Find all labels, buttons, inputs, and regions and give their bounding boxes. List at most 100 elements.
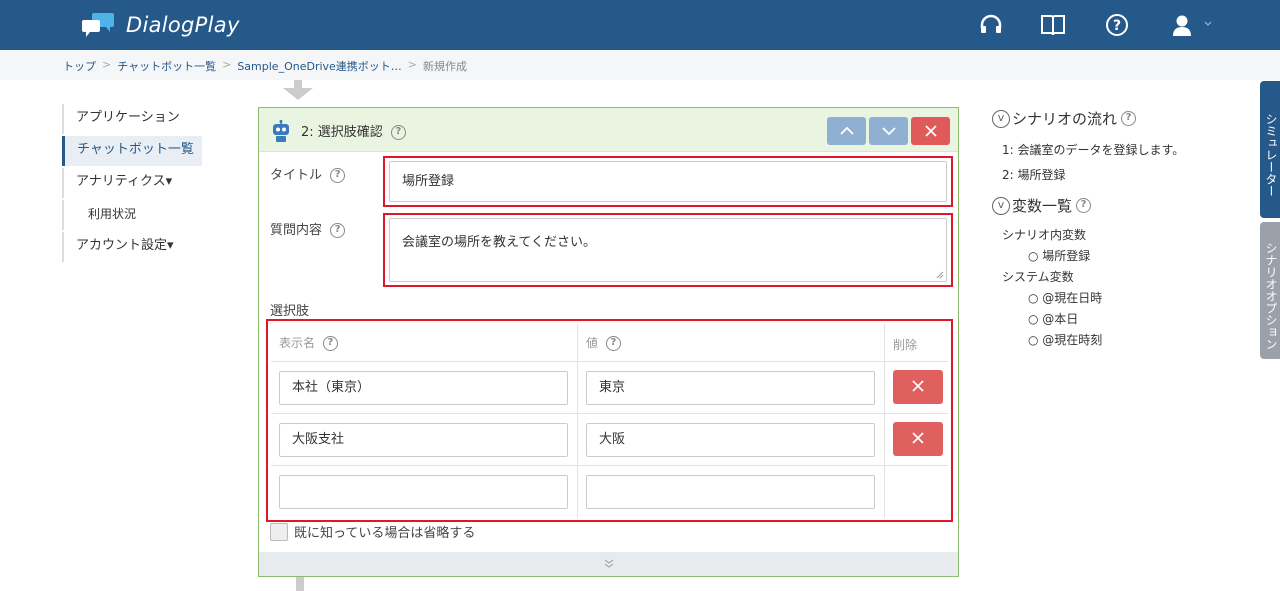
chevron-up-icon xyxy=(839,126,854,135)
choice-value-input[interactable] xyxy=(586,475,875,509)
scenario-var-text: 場所登録 xyxy=(1042,249,1091,263)
help-icon[interactable]: ? xyxy=(1121,111,1137,126)
flow-item[interactable]: 1: 会議室のデータを登録します。 xyxy=(1002,141,1242,158)
breadcrumb: トップ > チャットボット一覧 > Sample_OneDrive連携ボット… … xyxy=(63,58,467,74)
question-text: 会議室の場所を教えてください。 xyxy=(402,235,596,250)
expand-panel-button[interactable] xyxy=(259,552,958,576)
system-vars-title: システム変数 xyxy=(1002,270,1074,284)
delete-row-button[interactable] xyxy=(893,422,943,456)
question-label: 質問内容 ? xyxy=(270,219,346,238)
sidebar-item-chatbots[interactable]: チャットボット一覧 xyxy=(62,136,202,166)
resize-handle-icon[interactable] xyxy=(936,271,944,279)
choice-value-input[interactable]: 東京 xyxy=(586,371,875,405)
table-divider xyxy=(271,465,948,466)
right-sidebar: v シナリオの流れ ? 1: 会議室のデータを登録します。 2: 場所登録 v … xyxy=(992,108,1242,348)
system-var-item: ○ @現在時刻 xyxy=(1028,333,1103,347)
double-chevron-down-icon xyxy=(604,559,613,568)
chevron-down-icon: v xyxy=(992,196,1010,215)
help-icon[interactable]: ? xyxy=(322,336,338,351)
sidebar-item-account-settings[interactable]: アカウント設定▾ xyxy=(62,232,202,262)
breadcrumb-separator: > xyxy=(222,58,232,71)
sidebar-item-applications[interactable]: アプリケーション xyxy=(62,104,202,134)
headset-icon[interactable] xyxy=(978,12,1004,38)
column-header-value-text: 値 xyxy=(586,336,599,350)
delete-row-button[interactable] xyxy=(893,370,943,404)
system-var-text: @本日 xyxy=(1042,312,1079,326)
simulator-tab[interactable]: シミュレーター xyxy=(1260,81,1280,218)
flow-item-text: 2: 場所登録 xyxy=(1002,168,1066,182)
table-divider xyxy=(271,413,948,414)
flow-arrow xyxy=(283,88,313,100)
sidebar-item-usage[interactable]: 利用状況 xyxy=(62,200,202,230)
system-var-text: @現在時刻 xyxy=(1042,333,1103,347)
close-icon xyxy=(924,125,937,137)
help-icon[interactable]: ? xyxy=(390,125,406,140)
move-down-button[interactable] xyxy=(869,117,908,145)
step-title: 2: 選択肢確認 xyxy=(301,125,383,140)
choice-display-input[interactable]: 大阪支社 xyxy=(279,423,568,457)
step-editor-panel: 2: 選択肢確認 ? タイトル ? 場所登録 質問内容 ? 会議室の場所を教えて… xyxy=(258,107,959,577)
column-header-display-text: 表示名 xyxy=(279,336,316,350)
breadcrumb-bar: トップ > チャットボット一覧 > Sample_OneDrive連携ボット… … xyxy=(0,50,1280,80)
top-navbar: DialogPlay ? xyxy=(0,0,1280,50)
breadcrumb-top[interactable]: トップ xyxy=(63,58,96,74)
svg-text:?: ? xyxy=(1113,18,1121,34)
column-header-display: 表示名 ? xyxy=(279,334,338,351)
app-logo[interactable]: DialogPlay xyxy=(82,10,240,40)
panel-title: 2: 選択肢確認 ? xyxy=(301,121,406,140)
title-input[interactable]: 場所登録 xyxy=(389,161,947,202)
app-name: DialogPlay xyxy=(126,13,240,37)
scenario-flow-title: シナリオの流れ xyxy=(1012,110,1118,128)
user-menu[interactable] xyxy=(1170,12,1216,38)
choices-label: 選択肢 xyxy=(270,304,310,319)
chevron-down-icon xyxy=(881,127,896,136)
panel-header: 2: 選択肢確認 ? xyxy=(259,108,958,152)
choice-display-input[interactable]: 本社（東京） xyxy=(279,371,568,405)
breadcrumb-chatbot-list[interactable]: チャットボット一覧 xyxy=(117,58,216,74)
breadcrumb-bot[interactable]: Sample_OneDrive連携ボット… xyxy=(237,58,401,74)
skip-if-known-checkbox[interactable] xyxy=(270,523,288,541)
help-icon[interactable]: ? xyxy=(1104,12,1130,38)
robot-icon xyxy=(273,120,289,142)
system-var-text: @現在日時 xyxy=(1042,291,1103,305)
help-icon[interactable]: ? xyxy=(330,168,346,183)
flow-item[interactable]: 2: 場所登録 xyxy=(1002,166,1242,183)
system-var-item: ○ @本日 xyxy=(1028,312,1079,326)
help-icon[interactable]: ? xyxy=(605,336,621,351)
delete-step-button[interactable] xyxy=(911,117,950,145)
title-label: タイトル ? xyxy=(270,164,346,183)
move-up-button[interactable] xyxy=(827,117,866,145)
flow-item-text: 1: 会議室のデータを登録します。 xyxy=(1002,143,1185,157)
chevron-down-icon: v xyxy=(992,109,1010,128)
breadcrumb-separator: > xyxy=(407,58,418,71)
column-header-delete: 削除 xyxy=(893,338,918,352)
choice-display-input[interactable] xyxy=(279,475,568,509)
variables-header[interactable]: v 変数一覧 ? xyxy=(992,195,1242,216)
close-icon xyxy=(912,380,924,392)
scenario-var-item: ○ 場所登録 xyxy=(1028,249,1091,263)
scenario-options-tab[interactable]: シナリオオプション xyxy=(1260,222,1280,359)
table-divider xyxy=(577,324,578,518)
chevron-down-icon xyxy=(1204,21,1212,26)
choice-value-input[interactable]: 大阪 xyxy=(586,423,875,457)
variables-title: 変数一覧 xyxy=(1012,197,1073,215)
close-icon xyxy=(912,432,924,444)
scenario-vars-title: シナリオ内変数 xyxy=(1002,228,1087,242)
chat-bubbles-icon xyxy=(82,13,114,37)
table-divider xyxy=(884,324,885,518)
user-icon xyxy=(1173,15,1191,36)
flow-connector xyxy=(296,577,304,591)
help-icon[interactable]: ? xyxy=(1076,198,1092,213)
sidebar: アプリケーション チャットボット一覧 アナリティクス▾ 利用状況 アカウント設定… xyxy=(62,104,202,264)
question-label-text: 質問内容 xyxy=(270,223,323,238)
table-divider xyxy=(271,361,948,362)
help-icon[interactable]: ? xyxy=(330,223,346,238)
question-textarea[interactable]: 会議室の場所を教えてください。 xyxy=(389,218,947,282)
sidebar-item-analytics[interactable]: アナリティクス▾ xyxy=(62,168,202,198)
book-icon[interactable] xyxy=(1040,12,1066,38)
scenario-flow-header[interactable]: v シナリオの流れ ? xyxy=(992,108,1242,129)
breadcrumb-separator: > xyxy=(102,58,112,71)
column-header-value: 値 ? xyxy=(586,334,621,351)
breadcrumb-current: 新規作成 xyxy=(423,60,468,73)
skip-if-known-label: 既に知っている場合は省略する xyxy=(294,526,476,541)
